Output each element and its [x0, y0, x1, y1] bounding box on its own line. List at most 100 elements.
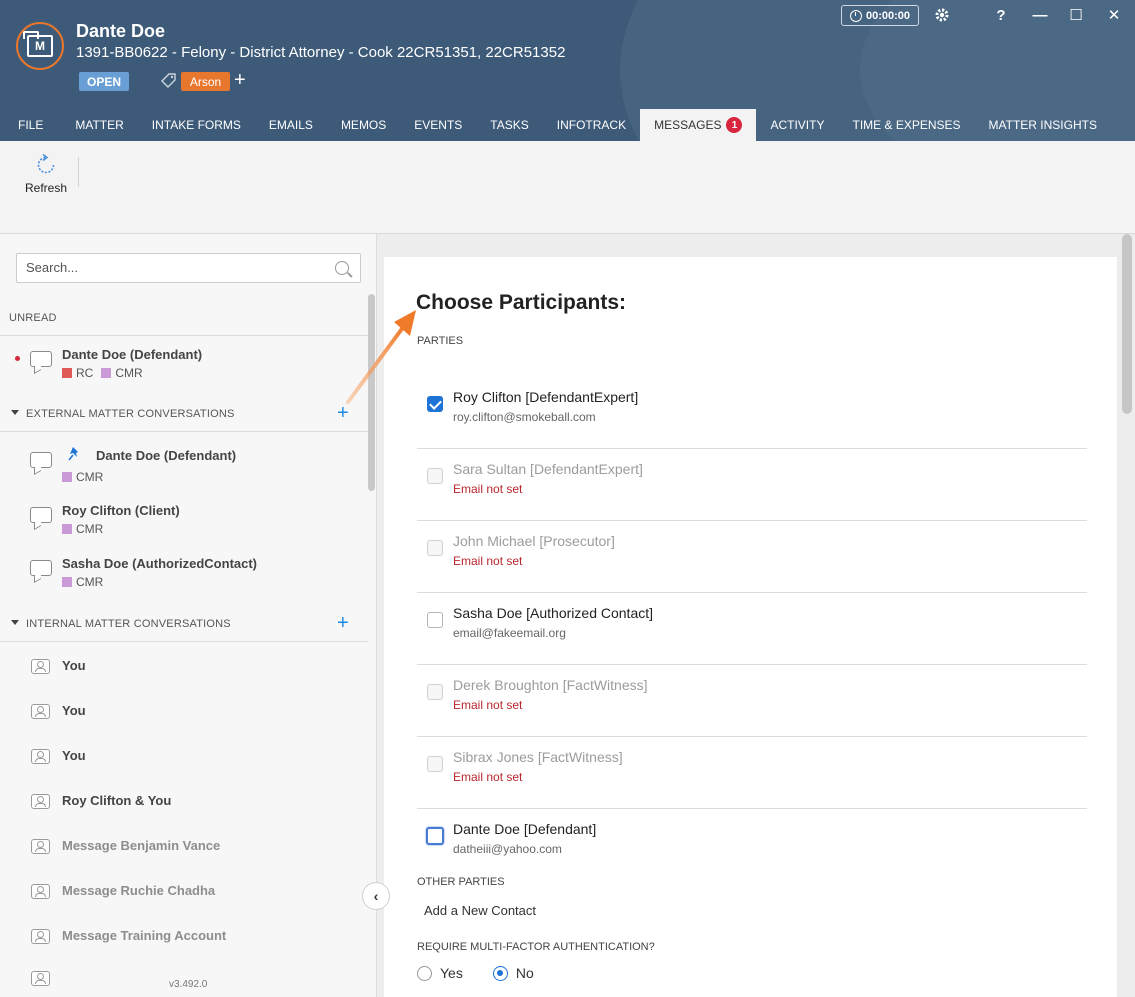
- tag-color-icon: [62, 524, 72, 534]
- party-email: datheiii@yahoo.com: [453, 842, 562, 856]
- close-button[interactable]: ✕: [1100, 4, 1128, 26]
- party-email-warning: Email not set: [453, 698, 523, 712]
- sidebar-scrollbar[interactable]: [368, 294, 375, 491]
- tab-label: EVENTS: [414, 118, 463, 132]
- mfa-yes-label[interactable]: Yes: [440, 965, 463, 981]
- settings-gear-icon[interactable]: [928, 4, 956, 26]
- unread-dot-icon: [15, 356, 20, 361]
- mfa-no-label[interactable]: No: [516, 965, 534, 981]
- tab-time-expenses[interactable]: TIME & EXPENSES: [838, 109, 974, 141]
- mfa-no-radio[interactable]: [492, 965, 508, 981]
- pin-icon: [68, 446, 82, 462]
- internal-conversation-item[interactable]: Roy Clifton & You: [0, 792, 368, 822]
- unread-count-badge: 1: [726, 117, 743, 133]
- maximize-button[interactable]: ☐: [1062, 4, 1090, 26]
- parties-label: PARTIES: [417, 335, 464, 347]
- add-internal-conversation-plus-icon[interactable]: +: [337, 613, 349, 633]
- tab-memos[interactable]: MEMOS: [327, 109, 400, 141]
- tag-rc: RC: [62, 366, 93, 380]
- party-name: John Michael [Prosecutor]: [453, 533, 615, 549]
- party-checkbox: [427, 756, 443, 772]
- party-name: Derek Broughton [FactWitness]: [453, 677, 648, 693]
- divider: [0, 641, 368, 642]
- internal-conversation-item[interactable]: You: [0, 702, 368, 732]
- matter-logo[interactable]: M: [16, 22, 64, 70]
- mfa-yes-radio[interactable]: [417, 965, 432, 981]
- party-name: Sara Sultan [DefendantExpert]: [453, 461, 643, 477]
- matter-header: M Dante Doe 1391-BB0622 - Felony - Distr…: [0, 0, 1135, 141]
- internal-section-label: INTERNAL MATTER CONVERSATIONS: [26, 618, 231, 630]
- divider: [0, 431, 368, 432]
- internal-conversation-item[interactable]: Message Benjamin Vance: [0, 837, 368, 867]
- mfa-radio-group: Yes No: [417, 965, 534, 981]
- tab-label: TASKS: [490, 118, 529, 132]
- add-external-conversation-plus-icon[interactable]: +: [337, 403, 349, 423]
- conversation-item[interactable]: Dante Doe (Defendant) CMR: [0, 446, 368, 498]
- conversation-title: Dante Doe (Defendant): [96, 448, 237, 463]
- chat-bubble-icon: [30, 452, 52, 468]
- tag-color-icon: [62, 577, 72, 587]
- tag-color-icon: [62, 472, 72, 482]
- party-checkbox[interactable]: [427, 396, 443, 412]
- collapse-caret-icon[interactable]: [11, 410, 19, 415]
- tab-emails[interactable]: EMAILS: [255, 109, 327, 141]
- party-email: email@fakeemail.org: [453, 626, 566, 640]
- party-row[interactable]: Dante Doe [Defendant] datheiii@yahoo.com: [417, 809, 1087, 881]
- tab-label: EMAILS: [268, 118, 313, 132]
- party-checkbox[interactable]: [426, 827, 444, 845]
- search-input[interactable]: [26, 260, 326, 275]
- tab-file[interactable]: FILE: [0, 109, 61, 141]
- party-email: roy.clifton@smokeball.com: [453, 410, 596, 424]
- tab-activity[interactable]: ACTIVITY: [756, 109, 838, 141]
- tag-label: CMR: [76, 522, 104, 536]
- chat-bubble-icon: [30, 507, 52, 523]
- internal-conversation-item[interactable]: Message Training Account: [0, 927, 368, 957]
- tab-events[interactable]: EVENTS: [400, 109, 476, 141]
- add-new-contact-link[interactable]: Add a New Contact: [424, 903, 536, 918]
- internal-conversation-item[interactable]: Message Ruchie Chadha: [0, 882, 368, 912]
- party-checkbox[interactable]: [427, 612, 443, 628]
- internal-conversation-item[interactable]: You: [0, 747, 368, 777]
- tab-matter-insights[interactable]: MATTER INSIGHTS: [975, 109, 1111, 141]
- collapse-sidebar-chevron-left-icon[interactable]: ‹: [362, 882, 390, 910]
- person-chat-icon: [31, 749, 50, 764]
- add-tag-plus-icon[interactable]: +: [234, 69, 246, 91]
- search-box: [16, 253, 361, 283]
- tab-matter[interactable]: MATTER: [61, 109, 137, 141]
- conversation-item[interactable]: Dante Doe (Defendant) RC CMR: [0, 347, 368, 397]
- party-row[interactable]: Sasha Doe [Authorized Contact] email@fak…: [417, 593, 1087, 665]
- internal-conversation-item[interactable]: You: [0, 657, 368, 687]
- tag-cmr: CMR: [101, 366, 143, 380]
- conversation-title: Roy Clifton & You: [62, 793, 172, 808]
- tab-infotrack[interactable]: INFOTRACK: [543, 109, 640, 141]
- tab-messages[interactable]: MESSAGES 1: [640, 109, 757, 141]
- conversation-title: Roy Clifton (Client): [62, 503, 180, 518]
- status-badge[interactable]: OPEN: [79, 72, 129, 91]
- tab-label: FILE: [18, 118, 44, 132]
- conversation-item[interactable]: Sasha Doe (AuthorizedContact) CMR: [0, 556, 368, 606]
- mfa-label: REQUIRE MULTI-FACTOR AUTHENTICATION?: [417, 941, 655, 953]
- panel-scrollbar[interactable]: [1122, 234, 1132, 414]
- collapse-caret-icon[interactable]: [11, 620, 19, 625]
- tag-icon[interactable]: [160, 72, 178, 90]
- matter-tag[interactable]: Arson: [181, 72, 230, 91]
- party-row[interactable]: Roy Clifton [DefendantExpert] roy.clifto…: [417, 377, 1087, 449]
- party-email-warning: Email not set: [453, 482, 523, 496]
- other-parties-label: OTHER PARTIES: [417, 876, 505, 888]
- tab-tasks[interactable]: TASKS: [476, 109, 542, 141]
- party-email-warning: Email not set: [453, 554, 523, 568]
- refresh-button[interactable]: Refresh: [22, 153, 70, 195]
- party-row: Sibrax Jones [FactWitness] Email not set: [417, 737, 1087, 809]
- tab-intake-forms[interactable]: INTAKE FORMS: [138, 109, 255, 141]
- ribbon-divider: [78, 157, 79, 187]
- conversation-tags: CMR: [62, 575, 103, 589]
- timer-button[interactable]: 00:00:00: [841, 5, 919, 26]
- tag-label: CMR: [76, 575, 104, 589]
- help-button[interactable]: ?: [987, 4, 1015, 26]
- party-name: Sasha Doe [Authorized Contact]: [453, 605, 654, 621]
- minimize-button[interactable]: —: [1026, 4, 1054, 26]
- conversation-tags: CMR: [62, 522, 103, 536]
- tag-label: RC: [76, 366, 94, 380]
- conversation-item[interactable]: Roy Clifton (Client) CMR: [0, 503, 368, 553]
- search-icon[interactable]: [335, 261, 349, 275]
